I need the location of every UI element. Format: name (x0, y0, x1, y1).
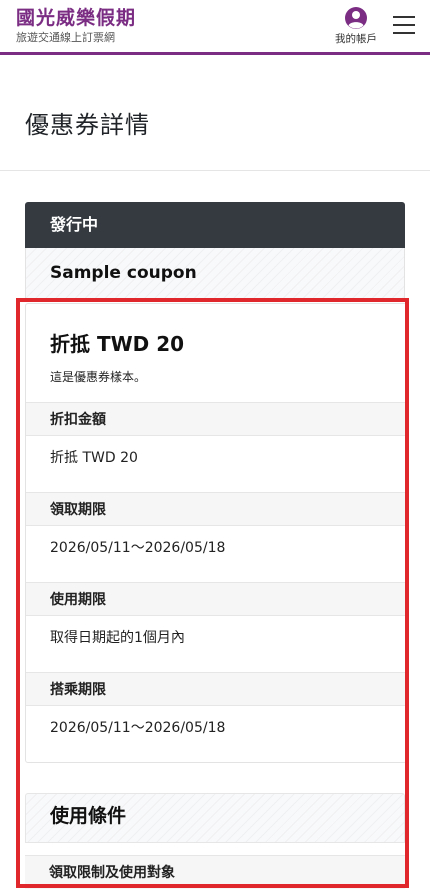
site-header: 國光威樂假期 旅遊交通線上訂票網 我的帳戶 (0, 0, 430, 55)
discount-amount-label: 折扣金額 (26, 402, 406, 436)
brand-logo[interactable]: 國光威樂假期 旅遊交通線上訂票網 (16, 6, 136, 45)
status-badge: 發行中 (25, 202, 405, 248)
account-label: 我的帳戶 (335, 33, 377, 45)
divider (0, 170, 430, 171)
coupon-amount-title: 折抵 TWD 20 (50, 332, 185, 356)
page-title: 優惠券詳情 (25, 111, 150, 139)
boarding-period-label: 搭乘期限 (26, 672, 406, 706)
boarding-period-value: 2026/05/11～2026/05/18 (50, 720, 226, 736)
coupon-card: 發行中 Sample coupon (25, 202, 405, 300)
conditions-title: 使用條件 (25, 793, 405, 843)
coupon-description: 這是優惠券樣本。 (50, 370, 147, 384)
brand-title: 國光威樂假期 (16, 7, 137, 29)
claim-restriction-label: 領取限制及使用對象 (25, 855, 405, 889)
hamburger-menu-icon[interactable] (393, 16, 415, 34)
usage-period-value: 取得日期起的1個月內 (50, 630, 185, 646)
brand-subtitle: 旅遊交通線上訂票網 (16, 31, 115, 44)
user-circle-icon (345, 7, 367, 29)
discount-amount-value: 折抵 TWD 20 (50, 450, 138, 466)
claim-period-value: 2026/05/11～2026/05/18 (50, 540, 226, 556)
claim-period-label: 領取期限 (26, 492, 406, 526)
coupon-name: Sample coupon (25, 248, 405, 300)
account-button[interactable]: 我的帳戶 (328, 6, 384, 46)
usage-period-label: 使用期限 (26, 582, 406, 616)
coupon-detail-box: 折抵 TWD 20 這是優惠券樣本。 折扣金額 折抵 TWD 20 領取期限 2… (25, 303, 407, 763)
